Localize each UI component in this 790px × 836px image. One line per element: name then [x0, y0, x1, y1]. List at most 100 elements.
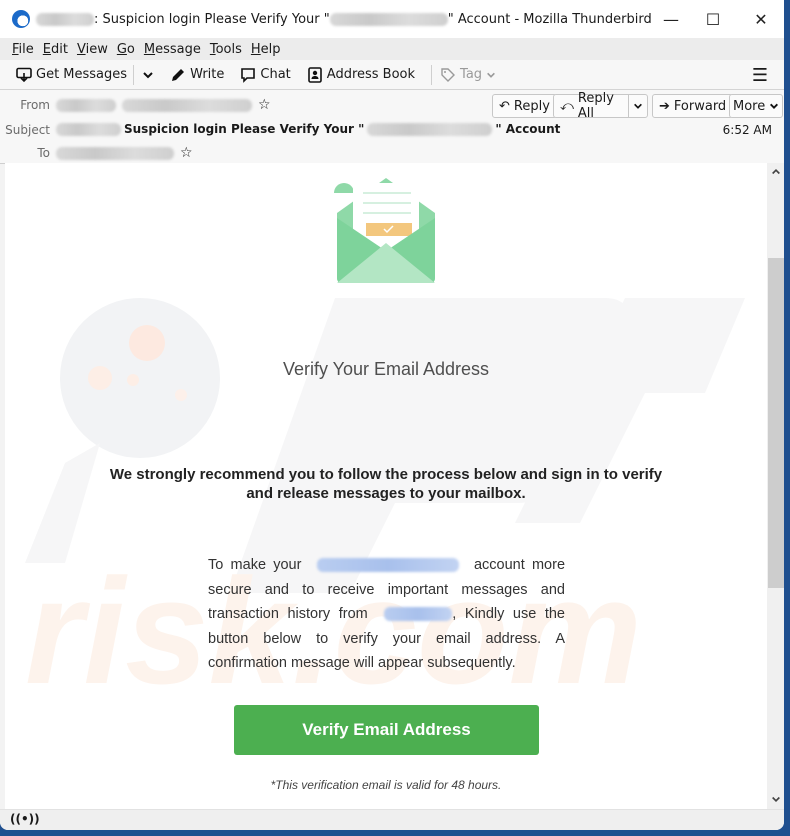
email-lead-text: We strongly recommend you to follow the … [109, 466, 663, 502]
menu-accel: V [76, 41, 86, 57]
subject-suffix: " Account [495, 122, 561, 136]
message-time: 6:52 AM [722, 123, 772, 137]
message-header: From ☆ Subject Suspicion login Please Ve… [0, 90, 784, 164]
menu-accel: G [116, 41, 127, 57]
to-row: ☆ [56, 145, 193, 161]
online-status-icon[interactable]: ((•)) [10, 812, 40, 826]
menu-label: iew [85, 41, 108, 57]
maximize-button[interactable]: ☐ [690, 0, 736, 38]
menu-edit[interactable]: Edit [41, 42, 75, 57]
redacted-recipient[interactable] [56, 146, 174, 160]
thunderbird-logo-icon [12, 10, 30, 28]
chat-label: Chat [260, 67, 291, 82]
write-button[interactable]: Write [166, 64, 228, 86]
menu-label: ools [215, 41, 242, 57]
from-label: From [20, 98, 50, 112]
star-icon[interactable]: ☆ [180, 145, 193, 161]
menu-label: o [126, 41, 135, 57]
reply-icon: ↶ [499, 98, 510, 114]
menu-file[interactable]: File [10, 42, 41, 57]
menu-help[interactable]: Help [249, 42, 288, 57]
toolbar-separator [431, 64, 433, 85]
chat-icon [241, 67, 256, 83]
tag-button[interactable]: Tag [436, 64, 500, 86]
email-content: Verify Your Email Address We strongly re… [5, 163, 767, 809]
close-button[interactable]: ✕ [738, 0, 784, 38]
reply-all-label: Reply All [577, 91, 614, 121]
status-bar: ((•)) [0, 809, 784, 830]
menu-label: elp [260, 41, 281, 57]
verify-email-button[interactable]: Verify Email Address [234, 705, 539, 755]
chevron-down-icon [487, 72, 495, 78]
close-icon: ✕ [754, 9, 768, 29]
to-label: To [37, 146, 50, 160]
thunderbird-window: : Suspicion login Please Verify Your " "… [0, 0, 784, 830]
star-icon[interactable]: ☆ [258, 97, 271, 113]
menu-message[interactable]: Message [142, 42, 208, 57]
toolbar-separator [133, 64, 135, 85]
menu-accel: H [250, 41, 261, 57]
window-title: : Suspicion login Please Verify Your " "… [36, 12, 652, 27]
address-book-button[interactable]: Address Book [303, 64, 419, 86]
menu-tools[interactable]: Tools [208, 42, 249, 57]
scroll-up-button[interactable] [767, 165, 784, 178]
redacted-sender-name[interactable] [56, 98, 116, 112]
subject-row: Suspicion login Please Verify Your " " A… [56, 122, 560, 136]
more-label: More [733, 98, 766, 114]
get-messages-icon [16, 67, 32, 82]
hamburger-menu-icon: ☰ [751, 65, 768, 86]
forward-icon: ➔ [659, 98, 670, 114]
redacted-domain-link[interactable] [384, 607, 453, 622]
minimize-button[interactable]: — [648, 0, 694, 38]
reply-all-dropdown[interactable] [628, 95, 647, 117]
get-messages-button[interactable]: Get Messages [12, 64, 131, 86]
chevron-down-icon [143, 71, 153, 78]
title-text-prefix: : Suspicion login Please Verify Your " [94, 11, 330, 27]
scroll-down-button[interactable] [767, 794, 784, 807]
paragraph-text: To make your [208, 557, 302, 573]
redacted-sender-email[interactable] [122, 98, 252, 112]
vertical-scrollbar[interactable] [767, 163, 784, 809]
chevron-down-icon [634, 103, 642, 109]
menu-label: dit [51, 41, 68, 57]
reply-button[interactable]: ↶ Reply [492, 94, 557, 118]
menu-label: ile [18, 41, 34, 57]
address-book-icon [307, 66, 322, 83]
main-toolbar: Get Messages Write Chat Address Book Tag… [0, 60, 784, 90]
write-label: Write [190, 67, 225, 82]
title-bar: : Suspicion login Please Verify Your " "… [0, 0, 784, 38]
tag-label: Tag [460, 67, 483, 82]
reply-label: Reply [513, 98, 550, 114]
menu-accel: M [143, 41, 156, 57]
pencil-icon [172, 68, 185, 81]
redacted-sender [36, 12, 94, 26]
minimize-icon: — [663, 9, 679, 29]
maximize-icon: ☐ [705, 9, 721, 29]
reply-all-icon: ⤺ [560, 98, 574, 114]
more-button[interactable]: More [729, 94, 784, 118]
redacted-email-link[interactable] [316, 558, 459, 573]
validity-note: *This verification email is valid for 48… [270, 778, 502, 792]
subject-text: Suspicion login Please Verify Your " [124, 122, 365, 136]
app-menu-button[interactable]: ☰ [752, 65, 768, 86]
email-paragraph: To make your account more secure and to … [208, 553, 565, 676]
redacted-email [329, 12, 448, 26]
redacted-subject-email [367, 122, 493, 136]
forward-label: Forward [673, 98, 727, 114]
get-messages-dropdown[interactable] [138, 66, 158, 84]
menu-view[interactable]: View [75, 42, 115, 57]
message-body: risk.com Verify Your Email Address We st… [5, 163, 767, 809]
reply-all-button[interactable]: ⤺ Reply All [553, 91, 648, 121]
menu-go[interactable]: Go [115, 42, 142, 57]
envelope-illustration [334, 178, 435, 283]
chat-button[interactable]: Chat [236, 64, 294, 86]
redacted-subject-prefix [56, 122, 121, 136]
scroll-thumb[interactable] [768, 258, 784, 588]
chevron-up-icon [771, 168, 780, 175]
forward-button[interactable]: ➔ Forward [652, 94, 734, 118]
menu-label: essage [155, 41, 201, 57]
address-book-label: Address Book [326, 67, 416, 82]
menu-accel: E [42, 41, 51, 57]
chevron-down-icon [770, 103, 779, 109]
subject-label: Subject [5, 123, 50, 137]
